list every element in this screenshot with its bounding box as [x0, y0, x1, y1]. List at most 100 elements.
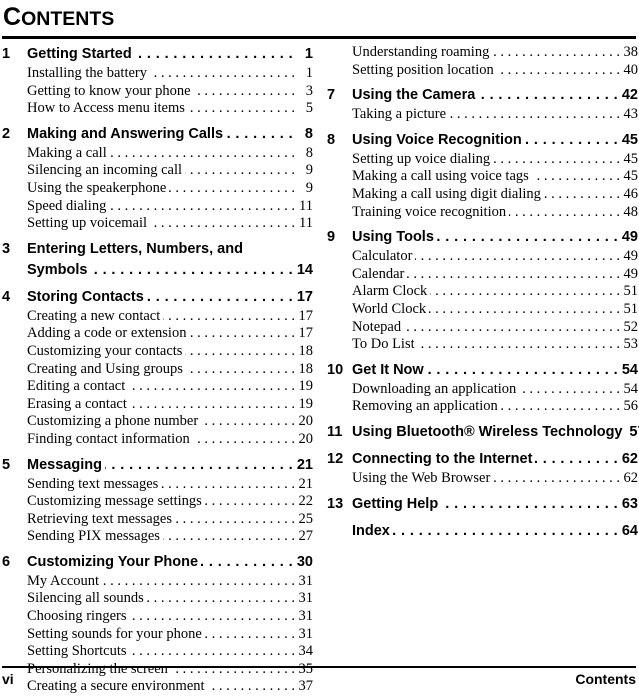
toc-subentry[interactable]: Understanding roaming 38	[327, 44, 638, 62]
toc-subentry[interactable]: Alarm Clock 51	[327, 283, 638, 301]
toc-subentry[interactable]: Adding a code or extension 17	[2, 325, 313, 343]
toc-subentry[interactable]: Setting Shortcuts 34	[2, 643, 313, 661]
toc-subentry[interactable]: Calculator 49	[327, 248, 638, 266]
subentry-page-number: 31	[298, 590, 314, 607]
toc-subentry[interactable]: Setting position location 40	[327, 62, 638, 80]
toc-subentry[interactable]: Making a call using voice tags 45	[327, 168, 638, 186]
dot-leader	[163, 528, 295, 546]
chapter-page-number: 30	[296, 553, 313, 570]
toc-chapter-entry[interactable]: 11 Using Bluetooth® Wireless Technology 57	[327, 422, 639, 443]
toc-subentry[interactable]: Using the Web Browser 62	[327, 470, 638, 488]
dot-leader	[532, 168, 620, 186]
toc-subentry[interactable]: Calendar 49	[327, 266, 638, 284]
toc-subentry[interactable]: Finding contact information 20	[2, 431, 313, 449]
chapter-number: 7	[327, 87, 336, 104]
toc-chapter-entry[interactable]: 1 Getting Started 1	[2, 44, 313, 65]
toc-chapter-entry[interactable]: 10 Get It Now 54	[327, 360, 638, 381]
toc-subentry[interactable]: Setting up voicemail 11	[2, 215, 313, 233]
toc-subentry[interactable]: Making a call using digit dialing 46	[327, 186, 638, 204]
subentry-title: Setting sounds for your phone	[27, 625, 202, 642]
subentry-page-number: 35	[298, 660, 314, 677]
toc-subentry[interactable]: Sending PIX messages 27	[2, 528, 313, 546]
toc-subentry[interactable]: Using the speakerphone 9	[2, 180, 313, 198]
dot-leader	[493, 470, 620, 488]
subentry-page-number: 18	[298, 360, 314, 377]
toc-chapter-entry[interactable]: 3 Entering Letters, Numbers, and Symbols 14	[2, 239, 313, 281]
dot-leader	[437, 227, 618, 248]
chapter-page-number: 21	[296, 456, 313, 473]
toc-subentry[interactable]: Downloading an application 54	[327, 381, 638, 399]
dot-leader	[109, 198, 295, 216]
chapter-title: Using the Camera	[352, 87, 476, 104]
dot-leader	[150, 215, 295, 233]
toc-subentry[interactable]: Silencing all sounds 31	[2, 590, 313, 608]
dot-leader	[535, 449, 618, 470]
toc-subentry[interactable]: Creating and Using groups 18	[2, 361, 313, 379]
toc-subentry[interactable]: Removing an application 56	[327, 398, 638, 416]
toc-subentry[interactable]: Creating a new contact 17	[2, 308, 313, 326]
dot-leader	[130, 396, 295, 414]
chapter-title: Get It Now	[352, 361, 424, 378]
toc-chapter-entry[interactable]: 7 Using the Camera 42	[327, 85, 638, 106]
toc-subentry[interactable]: Personalizing the screen 35	[2, 661, 313, 679]
subentry-page-number: 11	[299, 197, 313, 214]
toc-subentry[interactable]: Choosing ringers 31	[2, 608, 313, 626]
dot-leader	[205, 626, 295, 644]
subentry-title: Taking a picture	[352, 106, 447, 123]
toc-subentry[interactable]: Training voice recognition 48	[327, 204, 638, 222]
toc-subentry[interactable]: Creating a secure environment 37	[2, 678, 313, 696]
toc-subentry[interactable]: Customizing a phone number 20	[2, 413, 313, 431]
toc-subentry[interactable]: Speed dialing 11	[2, 198, 313, 216]
subentry-page-number: 25	[298, 510, 314, 527]
subentry-title: How to Access menu items	[27, 100, 185, 117]
toc-subentry[interactable]: To Do List 53	[327, 336, 638, 354]
dot-leader	[418, 336, 620, 354]
toc-chapter-entry[interactable]: 4 Storing Contacts 17	[2, 287, 313, 308]
chapter-title: Using Bluetooth® Wireless Technology	[352, 423, 623, 440]
toc-chapter-entry[interactable]: 12 Connecting to the Internet 62	[327, 449, 638, 470]
dot-leader	[441, 494, 618, 515]
toc-chapter-entry[interactable]: 2 Making and Answering Calls 8	[2, 124, 313, 145]
toc-subentry[interactable]: Silencing an incoming call 9	[2, 162, 313, 180]
toc-subentry[interactable]: Editing a contact 19	[2, 378, 313, 396]
toc-subentry[interactable]: Installing the battery 1	[2, 65, 313, 83]
toc-chapter-entry[interactable]: 6 Customizing Your Phone 30	[2, 552, 313, 573]
toc-chapter-entry[interactable]: 13 Getting Help 63	[327, 494, 638, 515]
chapter-number: 3	[2, 240, 11, 257]
dot-leader	[110, 145, 295, 163]
toc-chapter-entry[interactable]: 9 Using Tools 49	[327, 227, 638, 248]
toc-subentry[interactable]: Making a call 8	[2, 145, 313, 163]
toc-subentry[interactable]: Sending text messages 21	[2, 476, 313, 494]
toc-subentry[interactable]: Customizing message settings 22	[2, 493, 313, 511]
toc-subentry[interactable]: Retrieving text messages 25	[2, 511, 313, 529]
subentry-title: Sending PIX messages	[27, 528, 160, 545]
dot-leader	[492, 44, 620, 62]
dot-leader	[404, 319, 620, 337]
toc-subentry[interactable]: World Clock 51	[327, 301, 638, 319]
subentry-page-number: 45	[623, 168, 639, 185]
dot-leader	[449, 106, 620, 124]
subentry-title: Finding contact information	[27, 430, 190, 447]
toc-subentry[interactable]: Taking a picture 43	[327, 106, 638, 124]
chapter-title: Getting Started	[27, 46, 132, 62]
toc-subentry[interactable]: Setting up voice dialing 45	[327, 151, 638, 169]
dot-leader	[163, 308, 295, 326]
subentry-page-number: 20	[298, 430, 314, 447]
chapter-number: 11	[327, 423, 343, 440]
toc-subentry[interactable]: My Account 31	[2, 573, 313, 591]
toc-subentry[interactable]: Setting sounds for your phone 31	[2, 626, 313, 644]
toc-subentry[interactable]: Notepad 52	[327, 319, 638, 337]
chapter-number: 13	[327, 495, 344, 512]
subentry-title: World Clock	[352, 300, 427, 317]
toc-chapter-entry[interactable]: 8 Using Voice Recognition 45	[327, 130, 638, 151]
toc-subentry[interactable]: Erasing a contact 19	[2, 396, 313, 414]
subentry-title: Editing a contact	[27, 378, 126, 395]
toc-subentry[interactable]: How to Access menu items 5	[2, 100, 313, 118]
subentry-page-number: 37	[298, 678, 314, 695]
toc-subentry[interactable]: Getting to know your phone 3	[2, 83, 313, 101]
toc-subentry[interactable]: Customizing your contacts 18	[2, 343, 313, 361]
subentry-title: Silencing all sounds	[27, 590, 144, 607]
toc-chapter-entry[interactable]: Index 64	[327, 521, 638, 542]
subentry-title: Setting up voicemail	[27, 215, 148, 232]
toc-chapter-entry[interactable]: 5 Messaging 21	[2, 455, 313, 476]
